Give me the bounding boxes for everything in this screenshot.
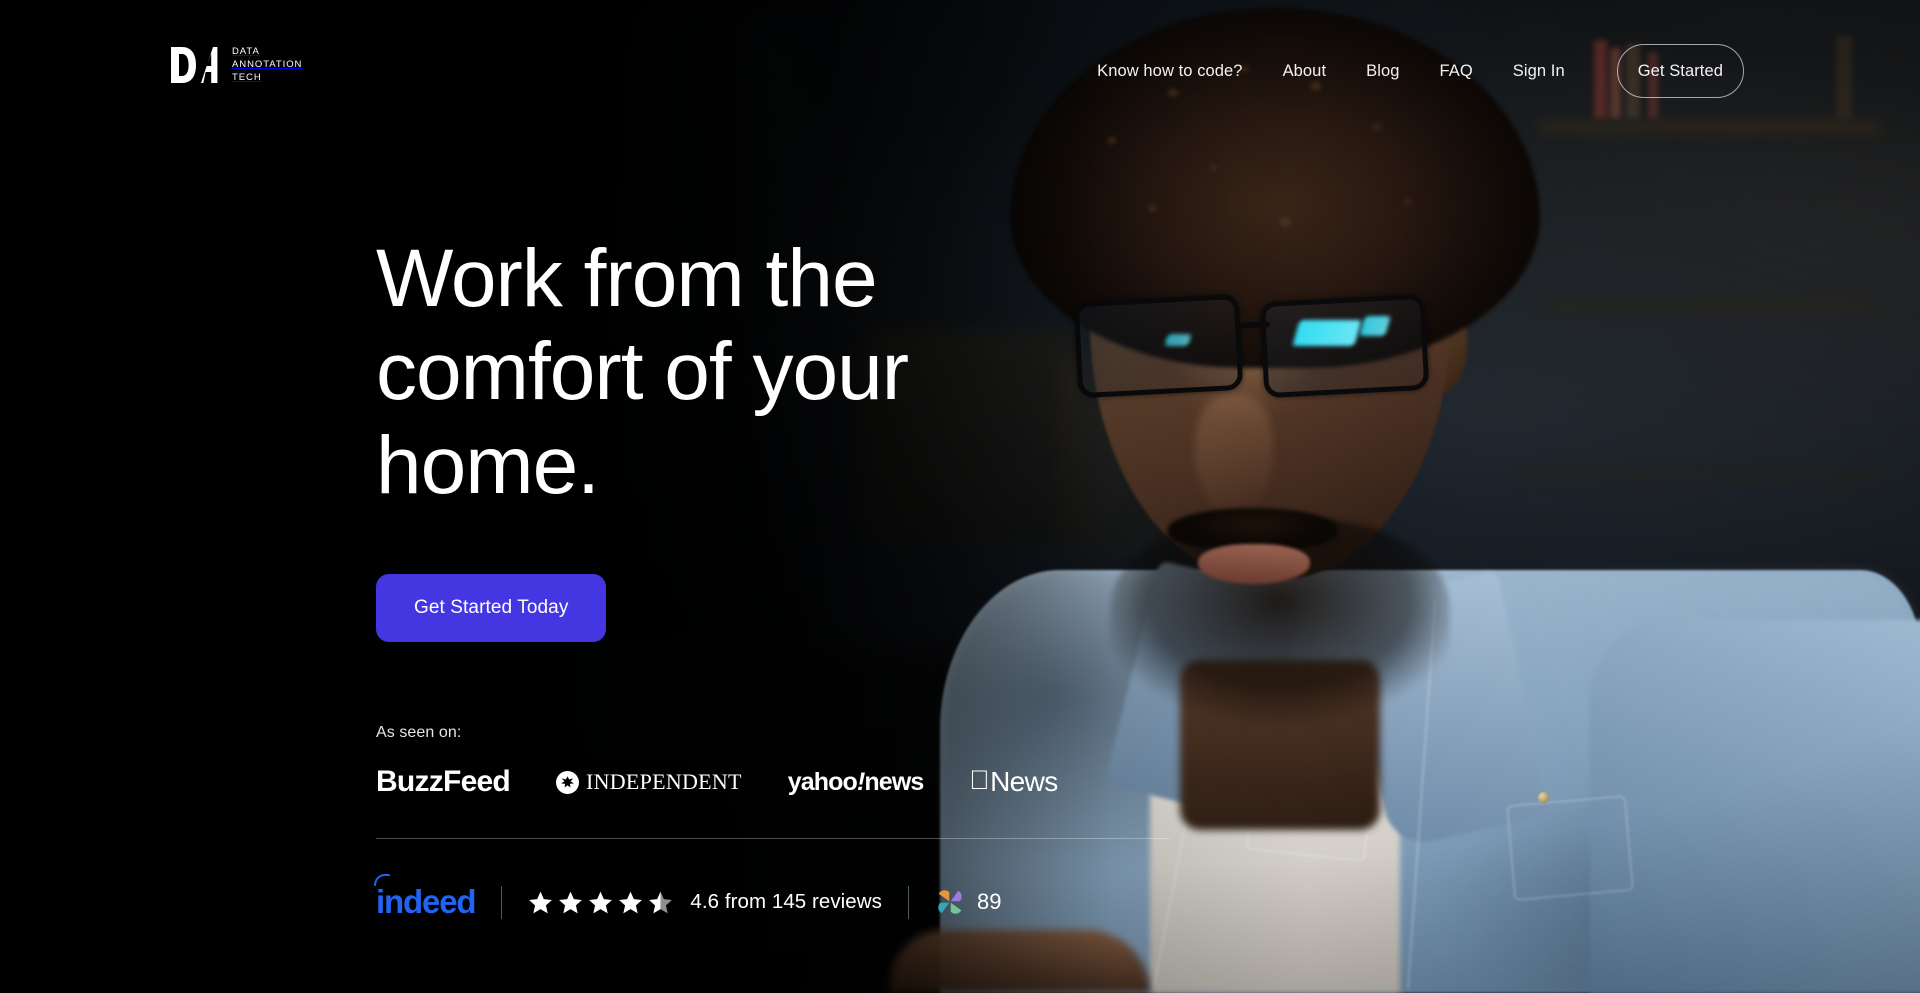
- get-started-today-button[interactable]: Get Started Today: [376, 574, 607, 643]
- apple-news-wordmark: News: [970, 766, 1058, 797]
- brand-wordmark: DATA ANNOTATION TECH: [232, 46, 302, 84]
- landing-page: DATA ANNOTATION TECH Know how to code? A…: [0, 0, 1920, 993]
- headline-line-3: home.: [376, 419, 600, 511]
- star-icon-2: [559, 891, 583, 913]
- indeed-logo[interactable]: indeed: [374, 873, 477, 921]
- hero-headline: Work from the comfort of your home.: [376, 232, 1016, 512]
- ratings-divider-1: [501, 885, 503, 919]
- yahoo-news-word: news: [864, 767, 924, 796]
- independent-eagle-icon: [556, 770, 580, 794]
- yahoo-news-logo[interactable]: yahoo!news: [787, 767, 925, 797]
- headline-line-2: comfort of your: [376, 326, 909, 418]
- get-started-nav-button[interactable]: Get Started: [1616, 44, 1744, 98]
- comparably-score: 89: [976, 889, 1002, 914]
- press-logo-list: BuzzFeed INDEPENDENT yahoo!news  News: [376, 762, 1058, 802]
- yahoo-word: yahoo: [787, 767, 858, 796]
- da-monogram-icon: [171, 47, 218, 83]
- star-rating: [528, 890, 673, 915]
- main-navigation: Know how to code? About Blog FAQ Sign In…: [1077, 44, 1744, 98]
- ratings-section: indeed 4.6 from 145 reviews 89: [374, 873, 1002, 924]
- as-seen-on-section: As seen on: BuzzFeed INDEPENDENT yahoo!n…: [376, 724, 1058, 802]
- brand-line-1: DATA: [232, 46, 260, 58]
- nav-item-know-how-to-code[interactable]: Know how to code?: [1077, 62, 1262, 81]
- indeed-arc-icon: [374, 873, 390, 886]
- star-icon-3: [589, 891, 613, 913]
- indeed-wordmark: indeed: [376, 883, 477, 920]
- independent-wordmark: INDEPENDENT: [586, 769, 742, 794]
- nav-item-sign-in[interactable]: Sign In: [1493, 62, 1585, 81]
- hero-section: Work from the comfort of your home. Get …: [376, 232, 1016, 643]
- brand-line-2: ANNOTATION: [232, 59, 303, 71]
- brand-line-3: TECH: [232, 71, 262, 83]
- nav-item-about[interactable]: About: [1263, 62, 1347, 81]
- pinwheel-icon: [938, 890, 962, 914]
- apple-icon: : [969, 766, 989, 794]
- brand-logo[interactable]: DATA ANNOTATION TECH: [170, 45, 302, 85]
- as-seen-on-label: As seen on:: [376, 724, 462, 741]
- buzzfeed-logo[interactable]: BuzzFeed: [376, 765, 511, 799]
- star-icon-5-half: [649, 891, 673, 913]
- star-icon-4: [619, 891, 643, 913]
- apple-news-logo[interactable]:  News: [969, 766, 1058, 798]
- section-divider: [376, 838, 1170, 839]
- nav-item-faq[interactable]: FAQ: [1419, 62, 1492, 81]
- ratings-divider-2: [907, 885, 909, 919]
- comparably-badge[interactable]: 89: [935, 887, 1002, 917]
- site-header: DATA ANNOTATION TECH Know how to code? A…: [0, 0, 1920, 136]
- review-summary-text: 4.6 from 145 reviews: [690, 890, 882, 913]
- headline-line-1: Work from the: [376, 233, 878, 324]
- independent-logo[interactable]: INDEPENDENT: [556, 769, 742, 795]
- star-icon-1: [529, 891, 553, 913]
- nav-item-blog[interactable]: Blog: [1346, 62, 1419, 81]
